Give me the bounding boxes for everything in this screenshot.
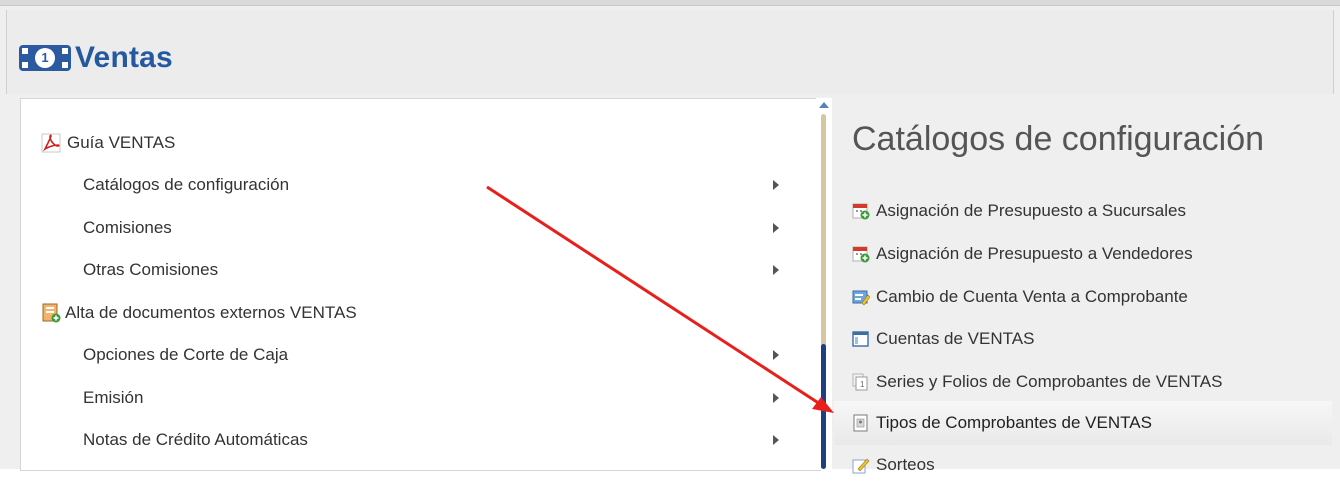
red-arrow — [486, 185, 834, 413]
app-window: 1 Ventas Guía VENTAS Catálogos de config… — [0, 0, 1340, 474]
